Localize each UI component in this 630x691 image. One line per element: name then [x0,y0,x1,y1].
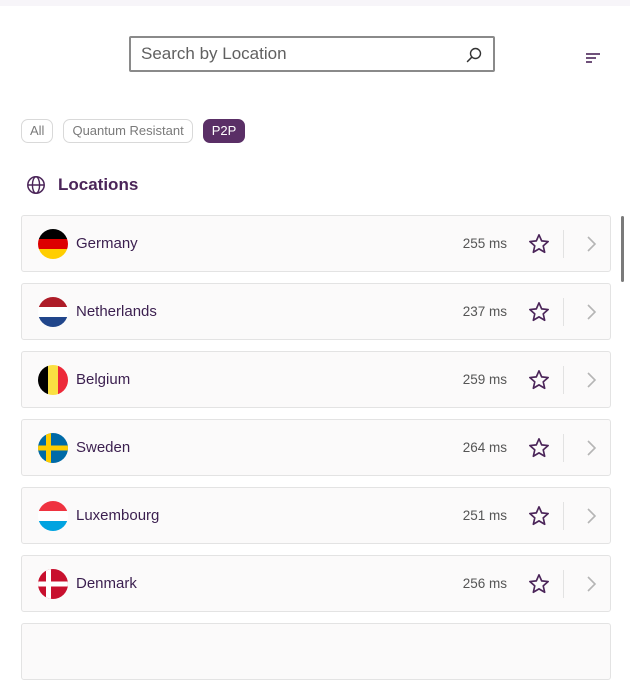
location-name: Belgium [76,371,131,388]
star-icon[interactable] [528,437,550,459]
star-icon[interactable] [528,301,550,323]
location-row-denmark[interactable]: Denmark 256 ms [21,555,611,612]
chevron-right-icon[interactable] [585,235,597,253]
latency-value: 256 ms [462,576,507,591]
filter-lines-icon[interactable] [584,50,602,66]
locations-list: Germany 255 ms Netherlands 237 ms Belgiu… [21,215,611,691]
location-row-netherlands[interactable]: Netherlands 237 ms [21,283,611,340]
latency-value: 237 ms [462,304,507,319]
row-divider [563,230,564,258]
latency-value: 259 ms [462,372,507,387]
search-input[interactable] [141,44,451,64]
search-box[interactable] [129,36,495,72]
row-divider [563,502,564,530]
chevron-right-icon[interactable] [585,371,597,389]
location-row-partial[interactable] [21,623,611,680]
location-name: Netherlands [76,303,157,320]
row-divider [563,570,564,598]
netherlands-flag-icon [38,297,68,327]
chip-quantum-resistant[interactable]: Quantum Resistant [63,119,193,143]
scrollbar-thumb[interactable] [621,216,624,282]
section-title: Locations [58,175,139,194]
chevron-right-icon[interactable] [585,507,597,525]
chip-all[interactable]: All [21,119,54,143]
chevron-right-icon[interactable] [585,439,597,457]
chevron-right-icon[interactable] [585,575,597,593]
row-divider [563,434,564,462]
location-name: Germany [76,235,138,252]
location-row-germany[interactable]: Germany 255 ms [21,215,611,272]
star-icon[interactable] [528,369,550,391]
latency-value: 251 ms [462,508,507,523]
luxembourg-flag-icon [38,501,68,531]
chip-p2p[interactable]: P2P [202,119,246,143]
filter-chips: All Quantum Resistant P2P [21,119,246,143]
denmark-flag-icon [38,569,68,599]
location-row-sweden[interactable]: Sweden 264 ms [21,419,611,476]
top-band [0,0,630,6]
location-name: Denmark [76,575,137,592]
globe-icon [27,176,45,194]
star-icon[interactable] [528,233,550,255]
location-row-belgium[interactable]: Belgium 259 ms [21,351,611,408]
row-divider [563,366,564,394]
star-icon[interactable] [528,505,550,527]
germany-flag-icon [38,229,68,259]
belgium-flag-icon [38,365,68,395]
latency-value: 264 ms [462,440,507,455]
locations-header: Locations [26,174,138,196]
chevron-right-icon[interactable] [585,303,597,321]
latency-value: 255 ms [462,236,507,251]
star-icon[interactable] [528,573,550,595]
search-icon[interactable] [465,46,483,64]
sweden-flag-icon [38,433,68,463]
location-row-luxembourg[interactable]: Luxembourg 251 ms [21,487,611,544]
location-name: Luxembourg [76,507,160,524]
row-divider [563,298,564,326]
location-name: Sweden [76,439,131,456]
